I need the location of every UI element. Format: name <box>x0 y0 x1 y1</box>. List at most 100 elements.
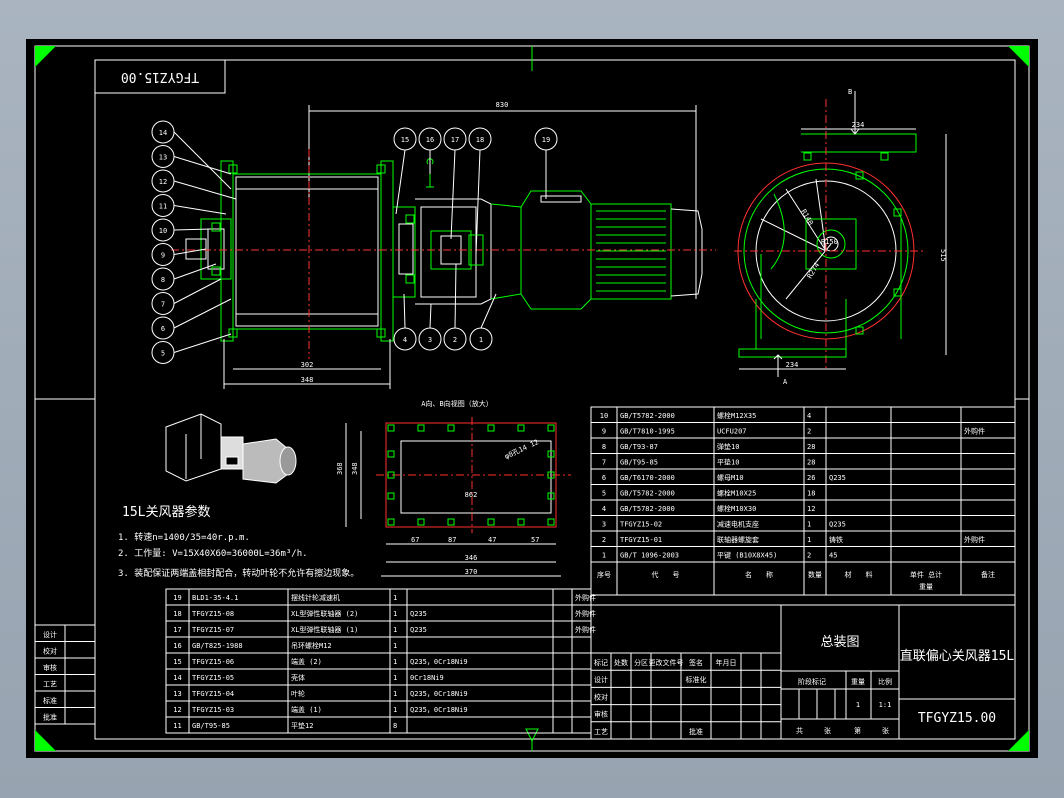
iso-sketch <box>165 413 297 484</box>
balloon-label: 3 <box>428 336 432 344</box>
table-cell: 外购件 <box>575 625 596 634</box>
table-cell: 3 <box>602 521 606 529</box>
table-cell: 叶轮 <box>291 689 305 698</box>
table-cell: 螺栓M10X25 <box>717 489 756 498</box>
table-cell: 弹垫10 <box>717 442 739 451</box>
corner-mark-bl <box>35 730 56 751</box>
table-cell: 外购件 <box>575 609 596 618</box>
dim-w1: 346 <box>465 554 478 562</box>
table-cell: 6 <box>602 474 606 482</box>
leader-line <box>475 149 481 255</box>
table-cell: 平键 (B10X8X45) <box>717 551 777 560</box>
table-cell: 壳体 <box>291 673 305 682</box>
params-line-3: 3. 装配保证两端盖相封配合，转动叶轮不允许有擦边现象。 <box>118 567 359 579</box>
table-cell: 外购件 <box>964 427 985 436</box>
sign-row-label: 工艺 <box>594 728 608 736</box>
table-row: 16 GB/T825-1988 吊环螺栓M12 1 <box>173 641 397 650</box>
table-cell: 1 <box>393 594 397 602</box>
sign-header: 更改文件号 <box>649 658 684 667</box>
table-cell: 螺母M10 <box>717 473 744 482</box>
balloon-label: 10 <box>159 227 167 235</box>
dim-base-234: 234 <box>786 361 799 369</box>
balloon-label: 15 <box>401 136 409 144</box>
table-cell: 平垫12 <box>291 721 313 730</box>
ab-view-label: A向、B向视图（放大） <box>421 399 492 408</box>
corner-mark-br <box>1008 730 1029 751</box>
table-cell: 14 <box>173 674 181 682</box>
table-cell: 5 <box>602 490 606 498</box>
drawing-code: TFGYZ15.00 <box>918 711 996 726</box>
table-header: 名 称 <box>745 570 773 579</box>
bolt-hole <box>547 424 555 432</box>
bom-upper-table: 10 GB/T5782-2000 螺栓M12X35 4 9 GB/T7810-1995 UC… <box>590 406 1016 596</box>
table-row: 8 GB/T93-87 弹垫10 28 <box>602 442 816 451</box>
sheet-no-label: 第 <box>854 726 861 735</box>
bolt-hole <box>447 518 455 526</box>
sign-row-label: 审核 <box>594 710 608 719</box>
table-cell: 8 <box>393 722 397 730</box>
approval-label: 批准 <box>43 713 57 722</box>
housing-profile <box>760 193 902 339</box>
table-cell: TFGYZ15-02 <box>620 521 662 529</box>
table-header: 数量 <box>808 570 822 579</box>
table-cell: 1 <box>393 706 397 714</box>
table-cell: TFGYZ15-08 <box>192 610 234 618</box>
balloon-label: 18 <box>476 136 484 144</box>
table-cell: GB/T5782-2000 <box>620 490 675 498</box>
table-cell: GB/T6170-2000 <box>620 474 675 482</box>
cad-drawing: TFGYZ15.00 830 302 348 141312111098765 1… <box>34 45 1030 752</box>
balloon-label: 19 <box>542 136 550 144</box>
table-cell: Q235，0Cr18Ni9 <box>410 706 468 714</box>
table-cell: 1 <box>393 642 397 650</box>
flange-bolts <box>211 164 415 338</box>
bolt-hole <box>417 424 425 432</box>
sheet-total-label: 共 <box>796 726 803 735</box>
table-cell: TFGYZ15-07 <box>192 626 234 634</box>
balloon-label: 9 <box>161 252 165 260</box>
side-view: 830 302 348 <box>171 101 716 389</box>
housing-body <box>235 176 379 327</box>
table-cell: 18 <box>807 490 815 498</box>
sign-header: 年月日 <box>716 658 737 667</box>
table-row: 7 GB/T95-85 平垫10 28 <box>602 458 816 467</box>
table-row: 19 BLD1-35-4.1 摆线针轮减速机 1 外购件 <box>173 593 596 602</box>
table-cell: GB/T825-1988 <box>192 642 243 650</box>
balloon-label: 7 <box>161 301 165 309</box>
table-cell: 1 <box>807 521 811 529</box>
table-row: 13 TFGYZ15-04 叶轮 1 Q235，0Cr18Ni9 <box>173 689 467 698</box>
sign-header: 标记 <box>594 658 608 667</box>
table-row: 10 GB/T5782-2000 螺栓M12X35 4 <box>600 411 811 420</box>
table-cell: 45 <box>829 552 837 560</box>
table-row: 17 TFGYZ15-07 XL型弹性联轴器 (1) 1 Q235 外购件 <box>173 625 596 634</box>
table-row: 9 GB/T7810-1995 UCFU207 2 外购件 <box>602 427 985 436</box>
balloons-bottom: 4 3 2 1 <box>393 263 497 351</box>
table-row: 4 GB/T5782-2000 螺栓M10X30 12 <box>602 504 816 513</box>
dim-r274: R274 <box>806 261 821 280</box>
assembly-title: 总装图 <box>820 635 859 650</box>
table-cell: BLD1-35-4.1 <box>192 594 238 602</box>
approve-label: 批准 <box>689 727 703 736</box>
table-cell: 7 <box>602 459 606 467</box>
base-flange <box>738 348 847 358</box>
table-cell: 18 <box>173 610 181 618</box>
inlet-flange <box>801 133 917 153</box>
dim-top-234: 234 <box>852 121 865 129</box>
dim-w2: 370 <box>465 568 478 576</box>
bolt-hole <box>417 518 425 526</box>
table-cell: 1 <box>393 690 397 698</box>
bolt-hole <box>387 518 395 526</box>
drawing-sheet: TFGYZ15.00 830 302 348 14 13 12 11 10 9 … <box>26 39 1038 758</box>
bolt-hole <box>447 424 455 432</box>
leader-line <box>173 278 222 304</box>
sign-header: 分区 <box>634 658 648 667</box>
bolt-hole <box>487 518 495 526</box>
table-cell: Q235，0Cr18Ni9 <box>410 690 468 698</box>
balloon-label: 13 <box>159 154 167 162</box>
balloon-label: 14 <box>159 129 167 137</box>
bolt-hole <box>387 492 395 500</box>
center-mark-bottom <box>525 728 539 751</box>
table-cell: Q235 <box>410 610 427 618</box>
dim-d2: 87 <box>448 536 456 544</box>
leader-line <box>403 293 406 329</box>
table-cell: 1 <box>393 610 397 618</box>
